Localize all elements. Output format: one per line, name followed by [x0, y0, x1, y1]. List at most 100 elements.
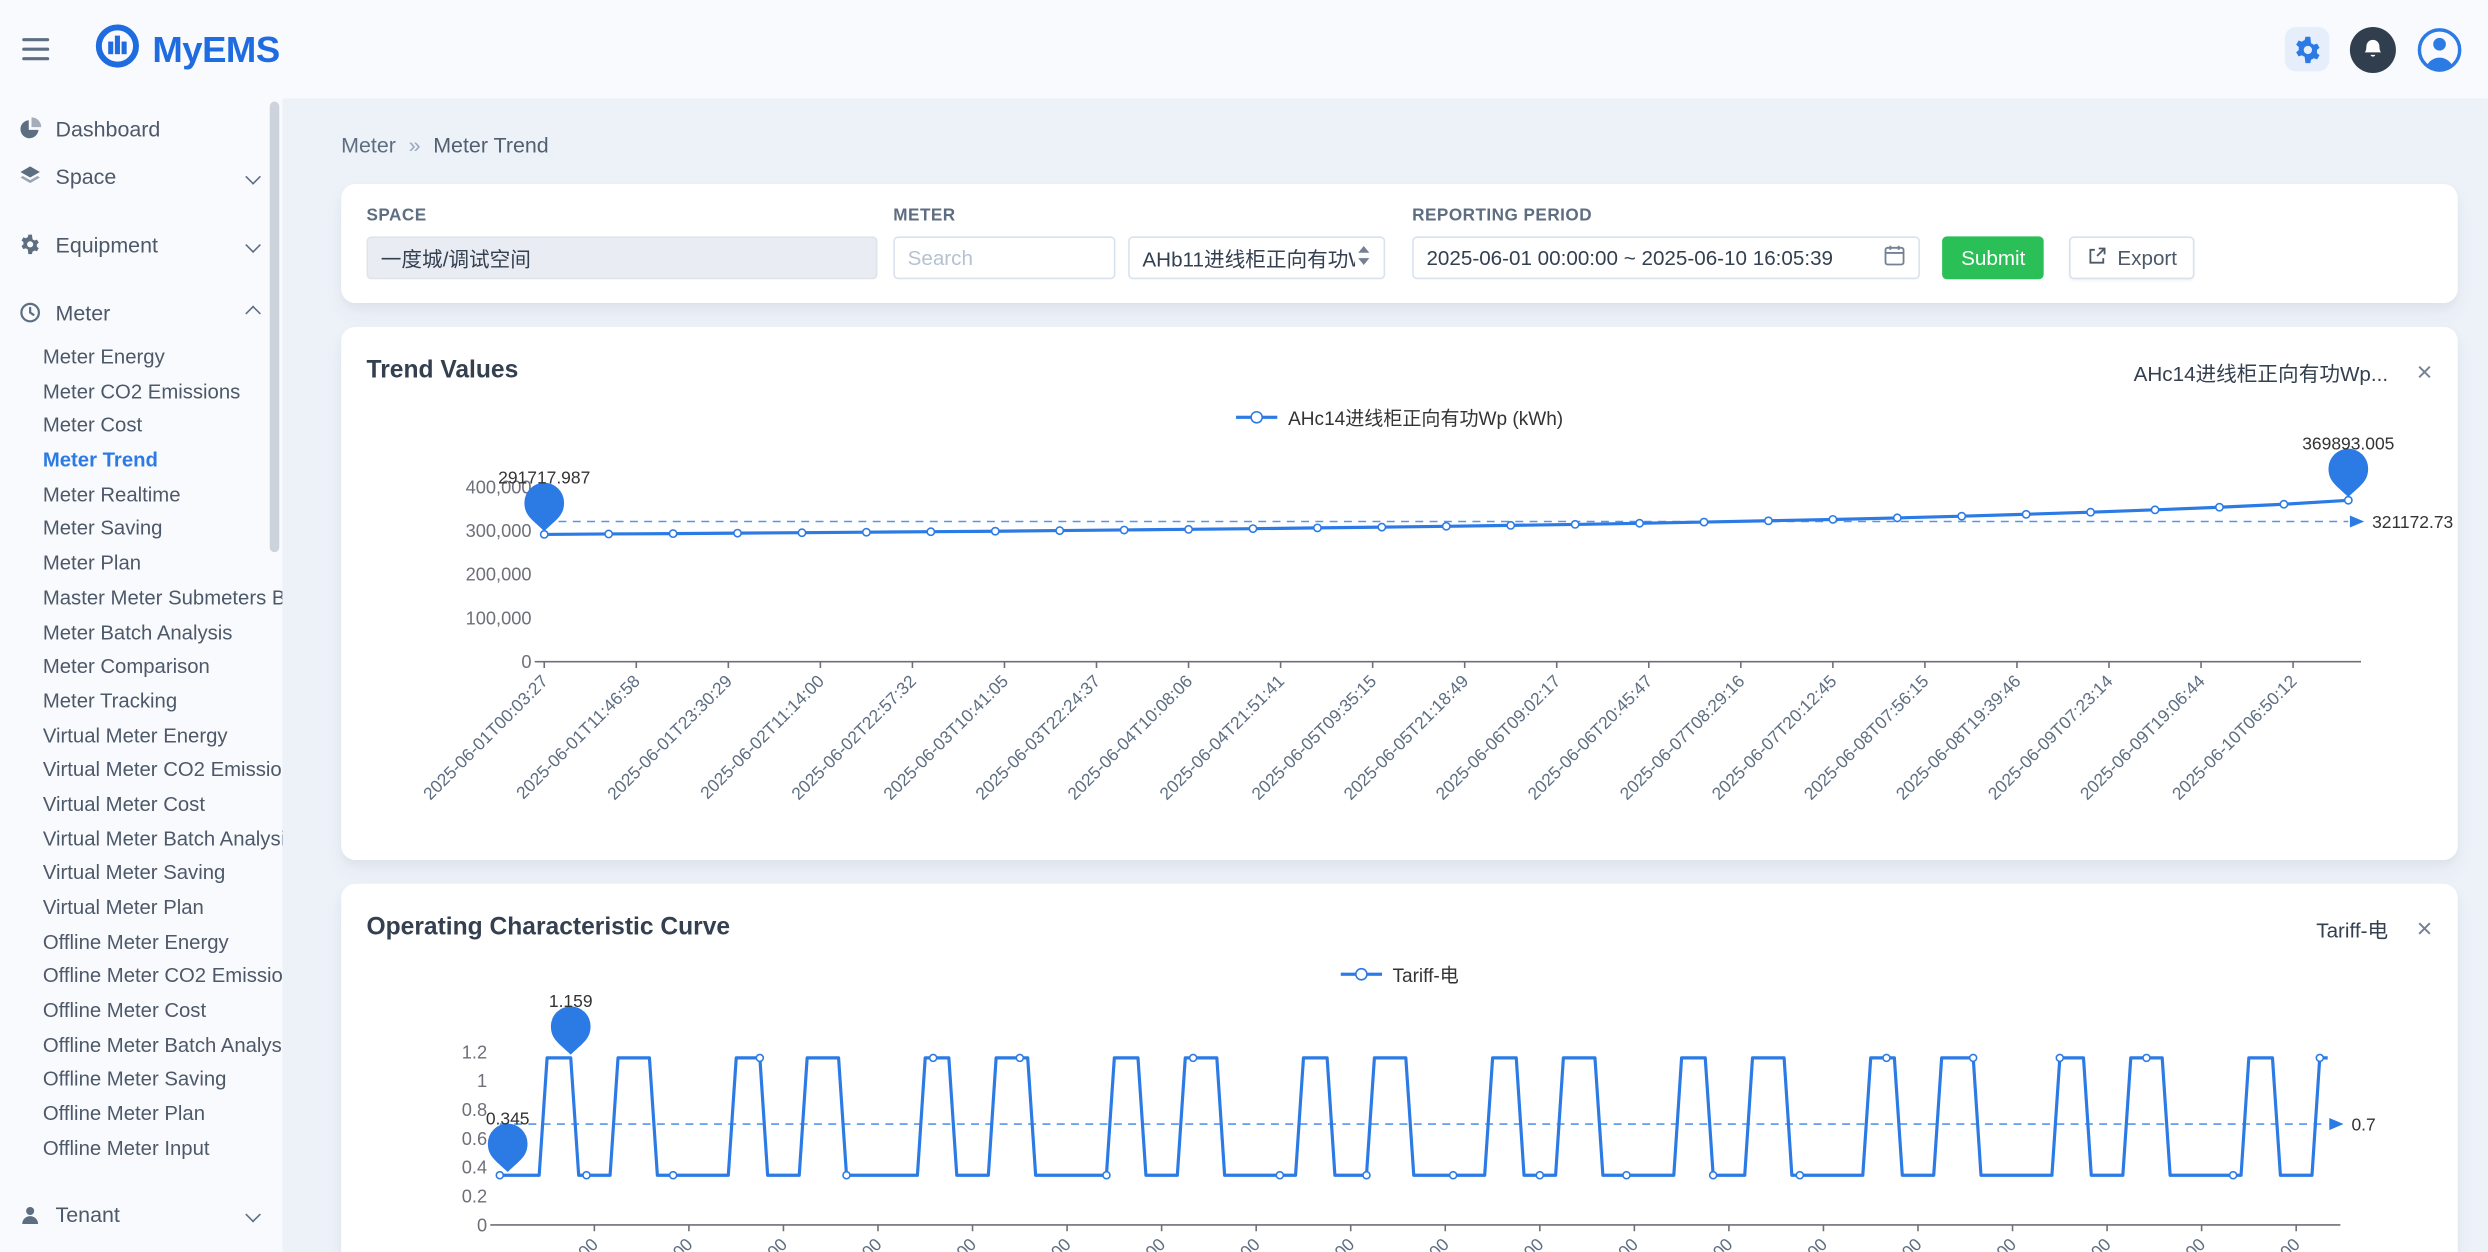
sidebar-item-meter-cost[interactable]: Meter Cost [0, 408, 282, 442]
select-caret-icon [1357, 244, 1371, 271]
chevron-down-icon [245, 1207, 261, 1223]
operating-characteristic-card: Operating Characteristic Curve Tariff-电 … [341, 884, 2458, 1252]
svg-text:0.345: 0.345 [486, 1108, 530, 1128]
export-button-label: Export [2117, 246, 2177, 270]
sidebar-item-virtual-meter-co2-emissions[interactable]: Virtual Meter CO2 Emissions [0, 752, 282, 786]
svg-text:2025-06-01T12:00:00: 2025-06-01T12:00:00 [469, 1234, 602, 1252]
breadcrumb-separator-icon: » [409, 132, 421, 156]
sidebar-nav: DashboardSpace Equipment MeterMeter Energy… [0, 98, 282, 1238]
occ-legend[interactable]: Tariff-电 [367, 960, 2433, 989]
myems-logo-icon [94, 21, 142, 77]
svg-text:100,000: 100,000 [466, 607, 532, 628]
meter-select[interactable]: AHb11进线柜正向有功Wp [1128, 236, 1385, 279]
sidebar-item-meter-comparison[interactable]: Meter Comparison [0, 649, 282, 683]
svg-text:369893.005: 369893.005 [2302, 433, 2394, 453]
trend-legend-label: AHc14进线柜正向有功Wp (kWh) [1288, 404, 1563, 431]
calendar-icon [1883, 244, 1905, 271]
sidebar-item-meter-realtime[interactable]: Meter Realtime [0, 477, 282, 511]
export-icon [2087, 245, 2108, 270]
svg-text:0.4: 0.4 [462, 1157, 487, 1178]
sidebar-item-virtual-meter-plan[interactable]: Virtual Meter Plan [0, 890, 282, 924]
trend-series-selector[interactable]: AHc14进线柜正向有功Wp... [2134, 356, 2388, 386]
sidebar-item-meter-saving[interactable]: Meter Saving [0, 512, 282, 546]
sidebar-item-equipment[interactable]: Equipment [0, 221, 282, 269]
notifications-bell-icon[interactable] [2350, 26, 2396, 72]
sidebar-item-meter-batch-analysis[interactable]: Meter Batch Analysis [0, 615, 282, 649]
sidebar-item-offline-meter-input[interactable]: Offline Meter Input [0, 1131, 282, 1165]
user-icon [17, 1203, 41, 1227]
svg-text:0: 0 [521, 651, 531, 672]
menu-icon[interactable] [22, 38, 57, 60]
trend-chart[interactable]: 0100,000200,000300,000400,0002025-06-01T… [367, 438, 2433, 838]
export-button[interactable]: Export [2070, 236, 2195, 279]
svg-text:1.2: 1.2 [462, 1041, 487, 1062]
brand-name: MyEMS [152, 28, 279, 71]
legend-line-icon [1236, 416, 1277, 419]
breadcrumb-current-meter-trend: Meter Trend [433, 132, 548, 156]
svg-text:1.159: 1.159 [549, 991, 593, 1011]
sidebar-item-offline-meter-cost[interactable]: Offline Meter Cost [0, 993, 282, 1027]
meter-search-input[interactable] [893, 236, 1115, 279]
svg-text:0.8: 0.8 [462, 1099, 487, 1120]
submit-button[interactable]: Submit [1942, 236, 2044, 279]
trend-legend[interactable]: AHc14进线柜正向有功Wp (kWh) [367, 403, 2433, 432]
sidebar-item-virtual-meter-cost[interactable]: Virtual Meter Cost [0, 787, 282, 821]
chevron-up-icon [245, 305, 261, 321]
myems-logo[interactable]: MyEMS [94, 21, 280, 77]
reporting-period-input[interactable]: 2025-06-01 00:00:00 ~ 2025-06-10 16:05:3… [1412, 236, 1920, 279]
sidebar-item-virtual-meter-energy[interactable]: Virtual Meter Energy [0, 718, 282, 752]
breadcrumb-link-meter[interactable]: Meter [341, 132, 396, 156]
svg-text:1: 1 [477, 1070, 487, 1091]
sidebar-item-meter-trend[interactable]: Meter Trend [0, 443, 282, 477]
space-label: SPACE [367, 206, 878, 225]
breadcrumb: Meter » Meter Trend [341, 130, 2458, 159]
sidebar-item-offline-meter-batch-analysis[interactable]: Offline Meter Batch Analysis [0, 1028, 282, 1062]
gauge-icon [17, 301, 41, 325]
sidebar-item-virtual-meter-saving[interactable]: Virtual Meter Saving [0, 856, 282, 890]
top-navbar: MyEMS [0, 0, 2488, 98]
sidebar-item-meter-energy[interactable]: Meter Energy [0, 340, 282, 374]
gear-icon [17, 232, 41, 256]
sidebar-item-meter[interactable]: Meter [0, 289, 282, 337]
svg-text:291717.987: 291717.987 [498, 468, 590, 488]
sidebar-item-offline-meter-energy[interactable]: Offline Meter Energy [0, 925, 282, 959]
sidebar-item-meter-co2-emissions[interactable]: Meter CO2 Emissions [0, 374, 282, 408]
svg-text:0.2: 0.2 [462, 1185, 487, 1206]
svg-text:0.6: 0.6 [462, 1128, 487, 1149]
filter-panel: SPACE METER AHb11进线柜正向有功Wp REPORTING PER… [341, 184, 2458, 303]
sidebar-item-offline-meter-co2-emissions[interactable]: Offline Meter CO2 Emissions [0, 959, 282, 993]
chevron-down-icon [245, 236, 261, 252]
pie-chart-icon [17, 117, 41, 141]
svg-text:300,000: 300,000 [466, 520, 532, 541]
meter-select-value: AHb11进线柜正向有功Wp [1142, 243, 1355, 273]
sidebar-scrollbar[interactable] [270, 102, 280, 553]
sidebar-item-offline-meter-saving[interactable]: Offline Meter Saving [0, 1062, 282, 1096]
svg-text:0.7: 0.7 [2351, 1114, 2375, 1134]
sidebar-item-offline-meter-plan[interactable]: Offline Meter Plan [0, 1097, 282, 1131]
layers-icon [17, 164, 41, 188]
sidebar-item-space[interactable]: Space [0, 152, 282, 200]
legend-line-icon [1340, 973, 1381, 976]
sidebar: DashboardSpace Equipment MeterMeter Energy… [0, 98, 282, 1252]
app-root: MyEMS DashboardSpaceEquipmentMeterMeter … [0, 0, 2488, 1252]
sidebar-item-dashboard[interactable]: Dashboard [0, 105, 282, 153]
sidebar-item-meter-plan[interactable]: Meter Plan [0, 546, 282, 580]
close-icon[interactable]: × [2417, 915, 2433, 942]
sidebar-item-meter-tracking[interactable]: Meter Tracking [0, 684, 282, 718]
chevron-down-icon [245, 168, 261, 184]
sidebar-item-tenant[interactable]: Tenant [0, 1191, 282, 1239]
occ-chart[interactable]: 00.20.40.60.811.22025-06-01T12:00:002025… [367, 995, 2433, 1252]
settings-gear-icon[interactable] [2285, 27, 2329, 71]
space-input[interactable] [367, 236, 878, 279]
occ-series-selector[interactable]: Tariff-电 [2316, 913, 2388, 943]
trend-values-title: Trend Values [367, 357, 519, 386]
svg-text:0: 0 [477, 1214, 487, 1235]
user-avatar-icon[interactable] [2417, 26, 2463, 72]
trend-values-card: Trend Values AHc14进线柜正向有功Wp... × AHc14进线… [341, 327, 2458, 860]
occ-title: Operating Characteristic Curve [367, 914, 731, 943]
svg-text:321172.73: 321172.73 [2372, 512, 2453, 532]
reporting-period-label: REPORTING PERIOD [1412, 206, 1920, 225]
sidebar-item-virtual-meter-batch-analysis[interactable]: Virtual Meter Batch Analysis [0, 821, 282, 855]
sidebar-item-master-meter-submeters-balance[interactable]: Master Meter Submeters Balance [0, 580, 282, 614]
close-icon[interactable]: × [2417, 358, 2433, 385]
